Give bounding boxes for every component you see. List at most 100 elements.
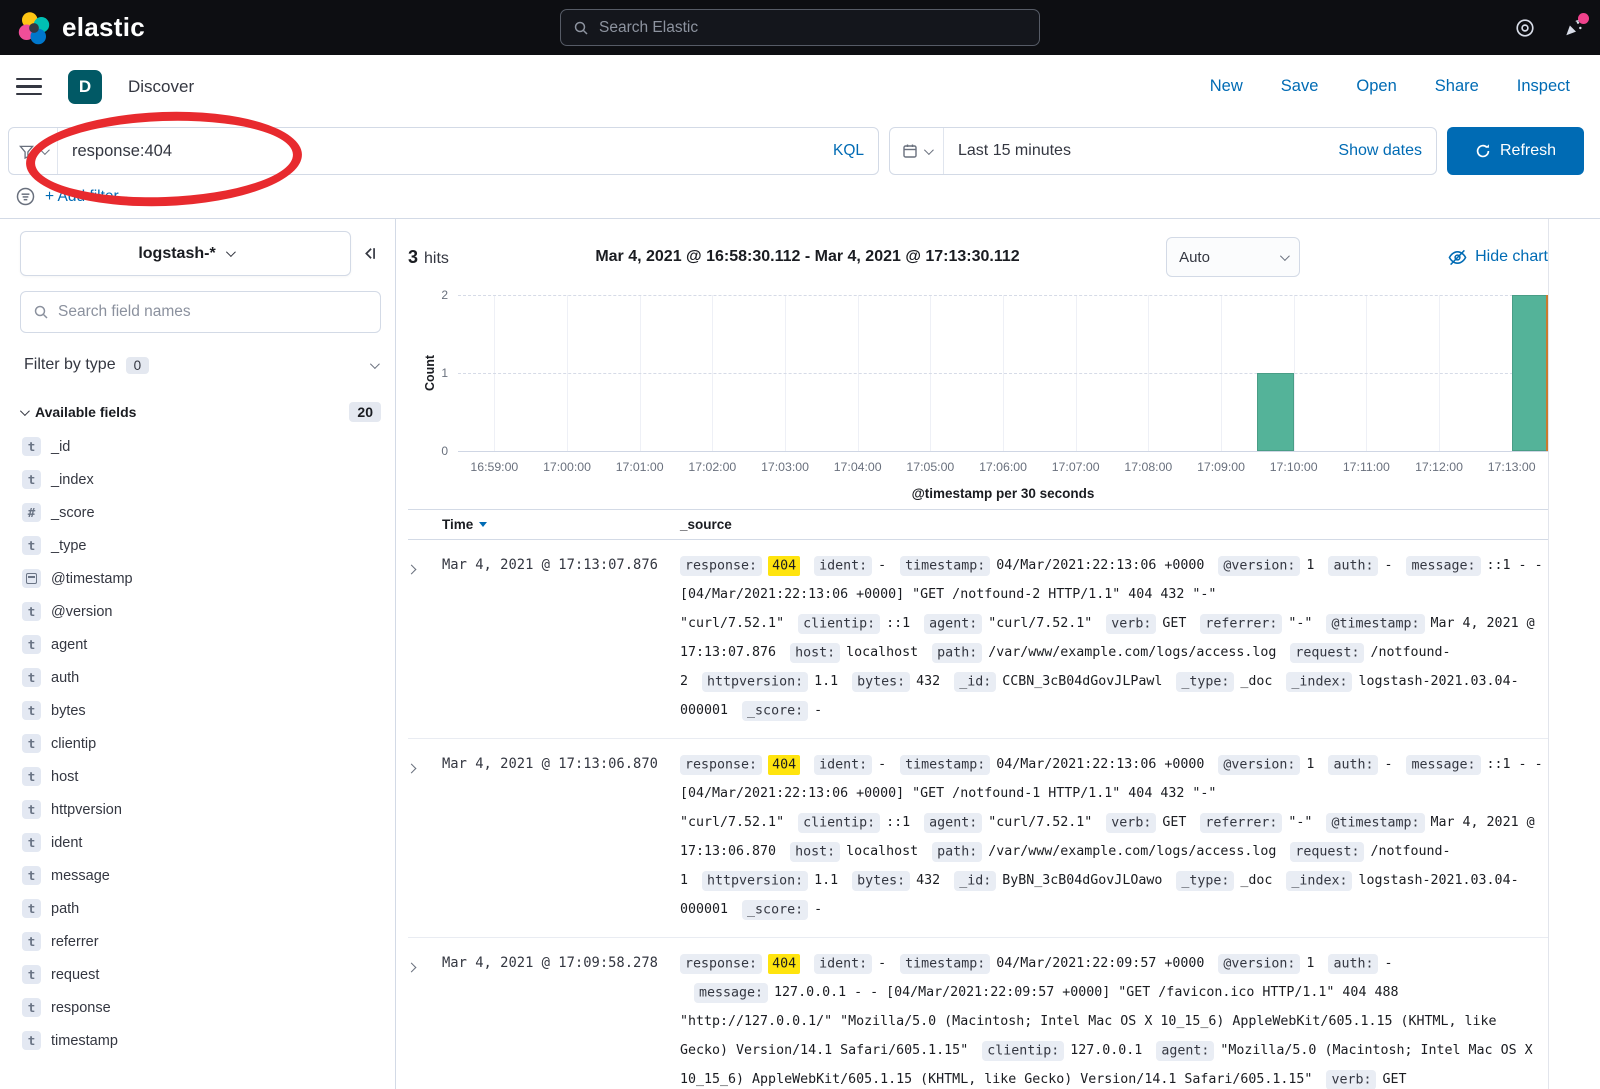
field-name: agent <box>51 637 87 653</box>
field-item-_id[interactable]: t_id <box>20 430 381 463</box>
hide-chart-button[interactable]: Hide chart <box>1448 248 1548 267</box>
expand-row-button[interactable] <box>408 750 442 924</box>
index-pattern-select[interactable]: logstash-* <box>20 231 351 276</box>
menu-icon[interactable] <box>16 78 42 95</box>
field-item-httpversion[interactable]: thttpversion <box>20 793 381 826</box>
text-type-icon: t <box>22 998 41 1017</box>
source-value-highlighted: 404 <box>768 954 800 974</box>
source-key: auth: <box>1328 954 1378 974</box>
action-inspect[interactable]: Inspect <box>1517 77 1570 96</box>
source-key: message: <box>1406 556 1480 576</box>
query-string[interactable]: response:404 <box>58 142 819 161</box>
field-item-agent[interactable]: tagent <box>20 628 381 661</box>
x-tick-label: 17:10:00 <box>1270 460 1318 474</box>
field-item-response[interactable]: tresponse <box>20 991 381 1024</box>
source-value: 432 <box>916 873 940 888</box>
histogram-bar-17:09:30[interactable] <box>1257 373 1293 451</box>
source-value: "-" <box>1288 616 1312 631</box>
field-item-_index[interactable]: t_index <box>20 463 381 496</box>
show-dates-button[interactable]: Show dates <box>1324 142 1436 160</box>
source-value: 04/Mar/2021:22:09:57 +0000 <box>996 956 1204 971</box>
elastic-logo[interactable]: elastic <box>16 11 145 45</box>
field-item-@timestamp[interactable]: @timestamp <box>20 562 381 595</box>
histogram-bar-17:13:00[interactable] <box>1512 295 1548 451</box>
source-key: @timestamp: <box>1326 813 1424 833</box>
query-input[interactable]: response:404 KQL <box>8 127 879 175</box>
x-axis-label: @timestamp per 30 seconds <box>458 486 1548 501</box>
field-item-@version[interactable]: t@version <box>20 595 381 628</box>
refresh-icon <box>1475 143 1491 159</box>
field-name: _score <box>51 505 95 521</box>
source-key: clientip: <box>798 614 880 634</box>
source-key: _score: <box>742 900 808 920</box>
date-picker[interactable]: Last 15 minutes Show dates <box>889 127 1437 175</box>
date-quick-menu-button[interactable] <box>890 128 944 174</box>
x-tick-label: 16:59:00 <box>470 460 518 474</box>
source-key: httpversion: <box>702 871 808 891</box>
scrollbar-track[interactable] <box>1548 219 1549 1089</box>
filter-by-type-dropdown[interactable]: Filter by type 0 <box>20 344 381 386</box>
kql-language-button[interactable]: KQL <box>819 142 878 160</box>
action-share[interactable]: Share <box>1435 77 1479 96</box>
source-value: - <box>878 757 886 772</box>
field-item-_type[interactable]: t_type <box>20 529 381 562</box>
newsfeed-icon[interactable] <box>1562 17 1584 39</box>
add-filter-button[interactable]: + Add filter <box>45 188 119 206</box>
eye-slash-icon <box>1448 248 1467 267</box>
action-open[interactable]: Open <box>1356 77 1396 96</box>
filter-set-icon[interactable] <box>16 187 35 206</box>
x-tick-label: 17:07:00 <box>1052 460 1100 474</box>
collapse-sidebar-icon[interactable] <box>361 245 381 262</box>
field-item-message[interactable]: tmessage <box>20 859 381 892</box>
field-item-clientip[interactable]: tclientip <box>20 727 381 760</box>
action-new[interactable]: New <box>1210 77 1243 96</box>
action-save[interactable]: Save <box>1281 77 1319 96</box>
source-value: 1.1 <box>814 674 838 689</box>
source-value: ByBN_3cB04dGovJLOawo <box>1002 873 1162 888</box>
available-fields-header[interactable]: Available fields 20 <box>20 402 381 422</box>
deployment-icon[interactable] <box>1514 17 1536 39</box>
source-key: agent: <box>1156 1041 1214 1061</box>
source-value: ::1 <box>886 815 910 830</box>
field-search[interactable] <box>20 291 381 333</box>
saved-query-menu-button[interactable] <box>9 128 58 174</box>
global-search[interactable] <box>560 9 1040 46</box>
field-search-input[interactable] <box>58 303 368 321</box>
source-key: timestamp: <box>900 556 990 576</box>
chevron-down-icon <box>370 359 380 369</box>
field-item-auth[interactable]: tauth <box>20 661 381 694</box>
field-item-bytes[interactable]: tbytes <box>20 694 381 727</box>
source-key: host: <box>790 643 840 663</box>
field-item-referrer[interactable]: treferrer <box>20 925 381 958</box>
source-key: @version: <box>1218 954 1300 974</box>
source-key: _id: <box>954 871 996 891</box>
refresh-button[interactable]: Refresh <box>1447 127 1584 175</box>
expand-row-button[interactable] <box>408 551 442 725</box>
fields-sidebar: logstash-* Filter by type 0 Available fi… <box>0 219 396 1089</box>
y-gridline <box>458 295 1548 296</box>
calendar-icon <box>902 143 918 159</box>
field-name: message <box>51 868 110 884</box>
field-item-host[interactable]: thost <box>20 760 381 793</box>
x-tick-label: 17:01:00 <box>616 460 664 474</box>
source-value: 1 <box>1306 757 1314 772</box>
source-value: GET <box>1162 815 1186 830</box>
interval-select[interactable]: Auto <box>1166 237 1300 277</box>
field-item-path[interactable]: tpath <box>20 892 381 925</box>
field-item-ident[interactable]: tident <box>20 826 381 859</box>
global-search-input[interactable] <box>599 19 1027 37</box>
time-range-value[interactable]: Last 15 minutes <box>944 142 1324 160</box>
time-column-header[interactable]: Time <box>442 517 680 532</box>
field-item-timestamp[interactable]: ttimestamp <box>20 1024 381 1057</box>
field-item-request[interactable]: trequest <box>20 958 381 991</box>
source-key: _score: <box>742 701 808 721</box>
source-key: timestamp: <box>900 954 990 974</box>
field-item-_score[interactable]: #_score <box>20 496 381 529</box>
field-name: referrer <box>51 934 99 950</box>
text-type-icon: t <box>22 437 41 456</box>
expand-row-button[interactable] <box>408 949 442 1089</box>
table-row: Mar 4, 2021 @ 17:09:58.278response:404id… <box>408 937 1548 1089</box>
source-key: message: <box>694 983 768 1003</box>
source-key: auth: <box>1328 755 1378 775</box>
field-name: @timestamp <box>51 571 133 587</box>
